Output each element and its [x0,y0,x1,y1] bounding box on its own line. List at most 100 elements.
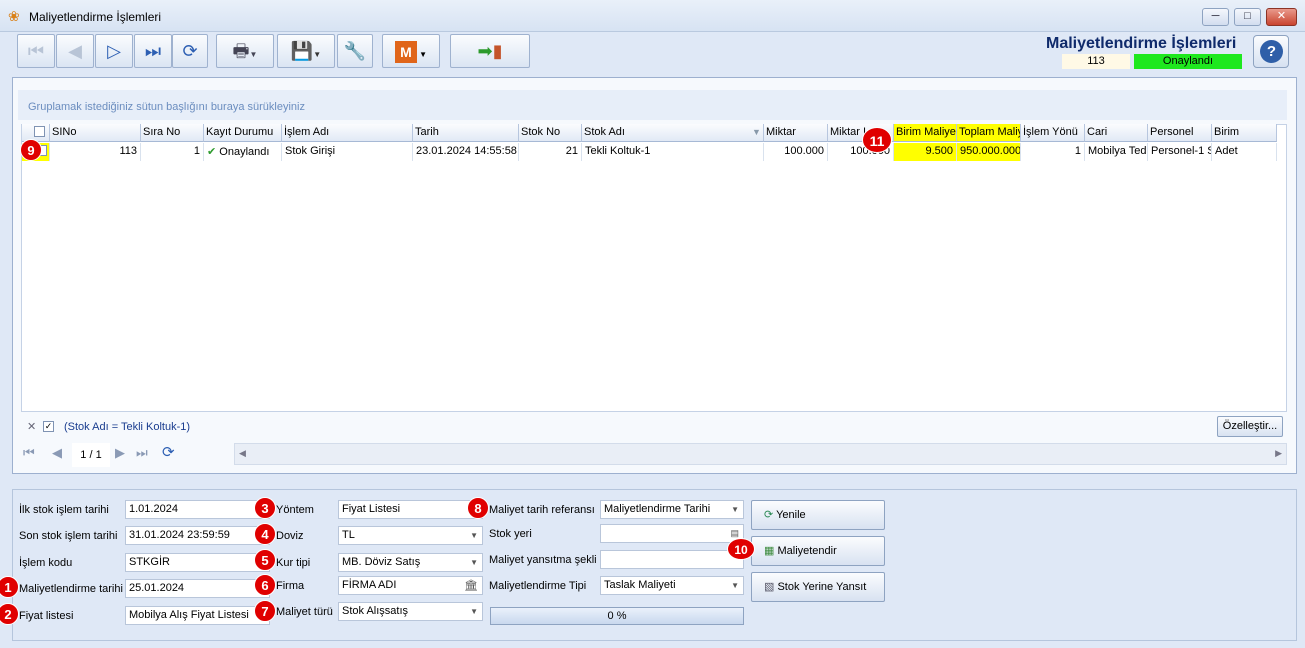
select-all-checkbox[interactable] [34,126,45,137]
column-header[interactable]: Tarih [413,124,519,142]
export-pdf-button[interactable]: 💾▼ [277,34,335,68]
column-header[interactable]: Kayıt Durumu [204,124,282,142]
table-cell[interactable]: 100.000 [764,143,828,161]
table-cell[interactable]: 1 [141,143,204,161]
table-cell[interactable]: 9.500 [894,143,957,161]
filter-enable-checkbox[interactable]: ✓ [43,421,54,432]
table-cell[interactable]: 23.01.2024 14:55:58 [413,143,519,161]
filter-text[interactable]: (Stok Adı = Tekli Koltuk-1) [64,421,190,433]
report-settings-button[interactable]: 🔧 [337,34,373,68]
firma-field[interactable]: FİRMA ADI 🏛 [338,576,483,595]
last-record-button[interactable]: ⏭ [134,34,172,68]
table-cell[interactable]: Mobilya Teda [1085,143,1148,161]
filter-icon[interactable]: ▼ [752,127,761,137]
maximize-button[interactable]: □ [1234,8,1261,26]
annotation-badge-7: 7 [254,600,276,622]
kur-tipi-value: MB. Döviz Satış [342,556,421,568]
column-header[interactable]: Birim Maliyet [894,124,957,142]
close-button[interactable]: ✕ [1266,8,1297,26]
refresh-toolbar-button[interactable]: ⟳ [172,34,208,68]
print-button[interactable]: 🖶▼ [216,34,274,68]
annotation-badge-6: 6 [254,574,276,596]
tipi-dropdown[interactable]: Taslak Maliyeti ▼ [600,576,744,595]
help-button[interactable]: ? [1253,35,1289,68]
tarih-ref-value: Maliyetlendirme Tarihi [604,503,711,515]
column-header[interactable]: Sıra No [141,124,204,142]
pager-last-icon[interactable]: ⏭ [136,445,148,461]
kur-tipi-dropdown[interactable]: MB. Döviz Satış ▼ [338,553,483,572]
son-stok-field[interactable]: 31.01.2024 23:59:59 [125,526,270,545]
pager-previous-icon[interactable]: ◀ [52,445,62,461]
bank-icon[interactable]: 🏛 [464,579,478,592]
annotation-badge-5: 5 [254,549,276,571]
ilk-stok-field[interactable]: 1.01.2024 [125,500,270,519]
column-header[interactable]: Cari [1085,124,1148,142]
pager-refresh-icon[interactable]: ⟳ [162,443,175,461]
horizontal-scrollbar[interactable]: ◀ ▶ [234,443,1287,465]
yenile-button[interactable]: ⟳ Yenile [751,500,885,530]
annotation-badge-8: 8 [467,497,489,519]
group-panel-hint: Gruplamak istediğiniz sütun başlığını bu… [18,90,1287,120]
maliyet-tarihi-field[interactable]: 25.01.2024 [125,579,270,598]
column-header[interactable]: İşlem Yönü [1021,124,1085,142]
table-cell[interactable]: ✔ Onaylandı [204,143,282,161]
table-cell[interactable]: Tekli Koltuk-1 [582,143,764,161]
column-header[interactable]: Miktar [764,124,828,142]
m-menu-button[interactable]: M ▼ [382,34,440,68]
yansitma-label: Maliyet yansıtma şekli [489,554,597,566]
progress-bar: 0 % [490,607,744,625]
fiyat-listesi-value: Mobilya Alış Fiyat Listesi [129,609,249,621]
calculator-icon: ▧ [764,581,775,593]
chevron-down-icon: ▼ [313,50,322,59]
money-icon: ▦ [764,545,775,557]
table-cell[interactable]: Adet [1212,143,1277,161]
column-header[interactable]: Toplam Maliy [957,124,1021,142]
previous-record-button[interactable]: ◀ [56,34,94,68]
first-record-button[interactable]: ⏮ [17,34,55,68]
table-cell[interactable]: 1 [1021,143,1085,161]
table-cell[interactable]: 113 [50,143,141,161]
scroll-left-icon[interactable]: ◀ [239,448,246,459]
next-icon: ▷ [107,41,121,61]
stok-yeri-field[interactable]: ▤ [600,524,744,543]
table-cell[interactable]: 950.000.000 [957,143,1021,161]
maliyet-turu-dropdown[interactable]: Stok Alışsatış ▼ [338,602,483,621]
scroll-right-icon[interactable]: ▶ [1275,448,1282,459]
clear-filter-icon[interactable]: ✕ [27,420,36,433]
progress-text: 0 % [607,610,627,622]
customize-button[interactable]: Özelleştir... [1217,416,1283,437]
column-header[interactable]: Stok No [519,124,582,142]
previous-icon: ◀ [68,41,82,61]
chevron-down-icon: ▼ [249,50,258,59]
column-header[interactable]: Birim [1212,124,1277,142]
chevron-down-icon: ▼ [470,607,478,616]
column-header[interactable]: SINo [50,124,141,142]
islem-kodu-field[interactable]: STKGİR [125,553,270,572]
column-header[interactable]: Personel [1148,124,1212,142]
check-icon: ✔ [207,146,217,158]
yansitma-field[interactable] [600,550,744,569]
next-record-button[interactable]: ▷ [95,34,133,68]
table-cell[interactable]: Personel-1 S [1148,143,1212,161]
maliyetendir-button[interactable]: ▦ Maliyetendir [751,536,885,566]
table-cell[interactable]: Stok Girişi [282,143,413,161]
yenile-label: Yenile [776,509,806,521]
doviz-value: TL [342,529,355,541]
fiyat-listesi-field[interactable]: Mobilya Alış Fiyat Listesi [125,606,270,625]
minimize-button[interactable]: ─ [1202,8,1229,26]
m-icon: M [394,41,417,64]
column-header[interactable]: İşlem Adı [282,124,413,142]
doviz-dropdown[interactable]: TL ▼ [338,526,483,545]
yontem-field[interactable]: Fiyat Listesi [338,500,483,519]
title-bar: ❀ Maliyetlendirme İşlemleri ─ □ ✕ [0,0,1305,32]
column-header[interactable]: Stok Adı [582,124,764,142]
table-cell[interactable]: 21 [519,143,582,161]
exit-button[interactable]: ➡▮ [450,34,530,68]
maliyet-turu-value: Stok Alışsatış [342,605,409,617]
refresh-icon: ⟳ [764,509,774,521]
tarih-ref-dropdown[interactable]: Maliyetlendirme Tarihi ▼ [600,500,744,519]
pager-first-icon[interactable]: ⏮ [23,445,35,461]
stok-yerine-yansit-button[interactable]: ▧ Stok Yerine Yansıt [751,572,885,602]
pager-next-icon[interactable]: ▶ [115,445,125,461]
annotation-badge-3: 3 [254,497,276,519]
